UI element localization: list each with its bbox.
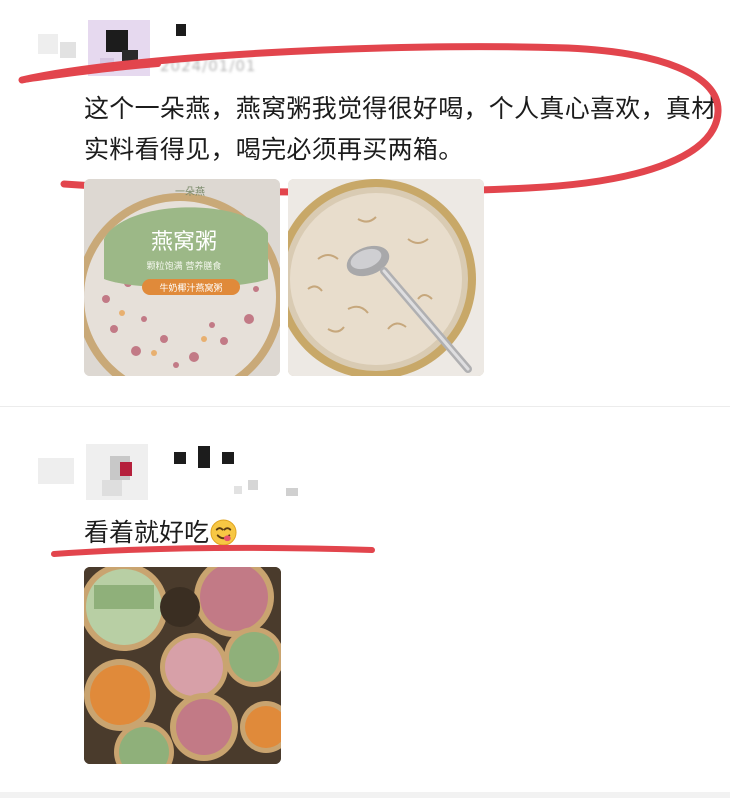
comment-divider — [0, 406, 730, 407]
red-underline-annotation — [51, 544, 375, 557]
avatar[interactable] — [38, 440, 302, 502]
bottom-divider — [0, 792, 730, 798]
product-flavor: 牛奶椰汁燕窝粥 — [159, 282, 222, 294]
brand-label: 一朵燕 — [175, 186, 205, 198]
product-title: 燕窝粥 — [151, 230, 217, 255]
product-subtitle: 颗粒饱满 营养膳食 — [147, 260, 222, 272]
comment-photo-3[interactable] — [84, 567, 281, 764]
comment-photo-1[interactable]: 一朵燕 燕窝粥 颗粒饱满 营养膳食 牛奶椰汁燕窝粥 — [84, 179, 280, 376]
red-circle-annotation — [18, 43, 722, 196]
comment-photo-2[interactable] — [288, 179, 484, 376]
